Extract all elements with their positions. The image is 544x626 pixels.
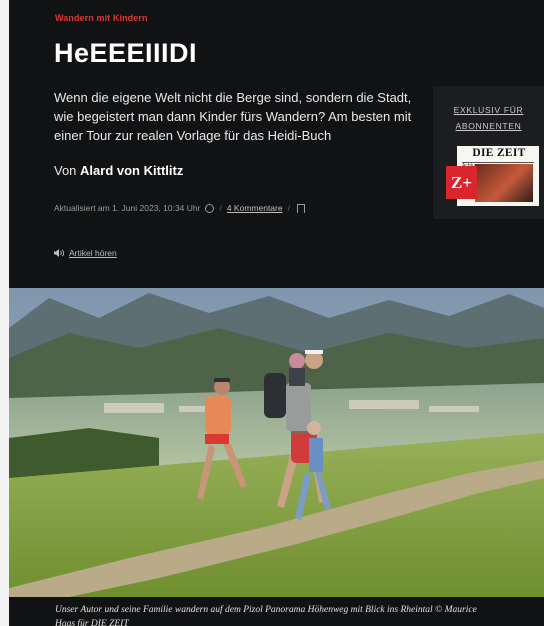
- updated-date: Aktualisiert am 1. Juni 2023, 10:34 Uhr: [54, 203, 201, 213]
- speaker-icon: [54, 249, 65, 257]
- author-line: Von Alard von Kittlitz: [54, 163, 183, 178]
- mountain-hiking-photo: [9, 288, 544, 597]
- bookmark-icon[interactable]: [296, 203, 305, 213]
- photo-caption: Unser Autor und seine Familie wandern au…: [55, 605, 477, 626]
- meta-separator: /: [287, 203, 290, 213]
- article-page: Wandern mit Kindern HeEEEIIIDI Wenn die …: [9, 0, 544, 626]
- listen-button[interactable]: Artikel hören: [54, 248, 117, 258]
- child-backpack: [289, 353, 305, 386]
- meta-separator: /: [219, 203, 222, 213]
- clock-icon: [205, 203, 215, 213]
- promo-line-1[interactable]: EXKLUSIV FÜR: [433, 102, 544, 118]
- zplus-logo: Z+: [446, 166, 477, 199]
- hero-photo: [9, 288, 544, 597]
- article-kicker[interactable]: Wandern mit Kindern: [55, 13, 148, 23]
- promo-line-2[interactable]: ABONNENTEN: [433, 118, 544, 134]
- article-title: HeEEEIIIDI: [54, 38, 198, 68]
- article-meta: Aktualisiert am 1. Juni 2023, 10:34 Uhr …: [54, 203, 305, 213]
- author-prefix: Von: [54, 163, 77, 178]
- author-link[interactable]: Alard von Kittlitz: [80, 163, 183, 178]
- newspaper-photo: [475, 164, 533, 202]
- listen-label: Artikel hören: [69, 248, 117, 258]
- article-teaser: Wenn die eigene Welt nicht die Berge sin…: [54, 90, 412, 143]
- subscriber-promo[interactable]: EXKLUSIV FÜR ABONNENTEN DIE ZEIT Achtung…: [433, 86, 544, 219]
- newspaper-title: DIE ZEIT: [472, 147, 526, 159]
- comments-link[interactable]: 4 Kommentare: [227, 203, 283, 213]
- promo-text: EXKLUSIV FÜR ABONNENTEN: [433, 102, 544, 134]
